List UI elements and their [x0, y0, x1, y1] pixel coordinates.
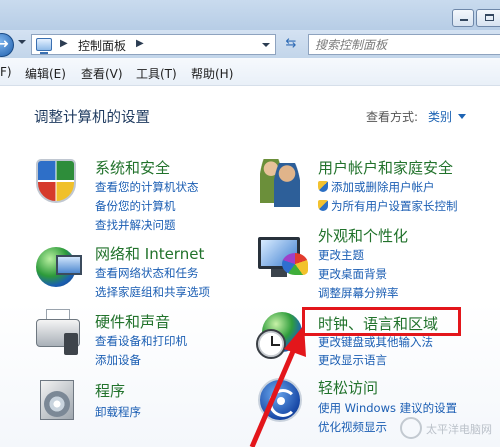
recent-pages-dropdown-icon[interactable]	[18, 40, 26, 44]
link-add-device[interactable]: 添加设备	[95, 352, 141, 368]
ease-of-access-icon[interactable]	[258, 378, 302, 422]
link-recommended-settings[interactable]: 使用 Windows 建议的设置	[318, 400, 457, 416]
link-add-remove-accounts-label: 添加或删除用户帐户	[331, 180, 435, 194]
view-by-label: 查看方式:	[366, 110, 419, 124]
network-monitor-icon	[56, 255, 82, 275]
forward-arrow-icon: ➜	[0, 37, 9, 52]
menu-tools[interactable]: 工具(T)	[136, 65, 177, 82]
link-parental-controls[interactable]: 为所有用户设置家长控制	[318, 198, 458, 214]
minimize-button[interactable]	[452, 9, 474, 27]
refresh-icon: ⇆	[285, 36, 297, 51]
link-change-theme[interactable]: 更改主题	[318, 247, 364, 263]
appearance-palette-icon	[282, 253, 308, 275]
link-add-remove-accounts[interactable]: 添加或删除用户帐户	[318, 179, 435, 195]
window-title-bar	[0, 0, 500, 30]
breadcrumb-root-arrow-icon[interactable]: ▶	[60, 38, 68, 49]
maximize-icon	[485, 14, 494, 21]
category-user-accounts[interactable]: 用户帐户和家庭安全	[318, 157, 453, 178]
link-homegroup-sharing[interactable]: 选择家庭组和共享选项	[95, 284, 210, 300]
maximize-button[interactable]	[476, 9, 500, 27]
breadcrumb-child-arrow-icon[interactable]: ▶	[136, 38, 144, 49]
link-change-input-method[interactable]: 更改键盘或其他输入法	[318, 334, 433, 350]
search-input[interactable]	[309, 35, 489, 54]
system-security-shield-icon[interactable]	[36, 159, 76, 203]
link-troubleshoot[interactable]: 查找并解决问题	[95, 217, 176, 233]
watermark: 太平洋电脑网	[400, 417, 496, 443]
clock-icon	[256, 329, 286, 359]
watermark-text: 太平洋电脑网	[426, 423, 492, 436]
link-optimize-visual-display[interactable]: 优化视频显示	[318, 419, 387, 435]
link-screen-resolution[interactable]: 调整屏幕分辨率	[318, 285, 399, 301]
watermark-logo-icon	[400, 417, 422, 439]
category-programs[interactable]: 程序	[95, 380, 125, 401]
hardware-speaker-icon	[64, 333, 78, 355]
link-change-display-language[interactable]: 更改显示语言	[318, 352, 387, 368]
menu-view[interactable]: 查看(V)	[81, 65, 123, 82]
uac-shield-icon	[318, 181, 328, 192]
view-by-dropdown[interactable]: 类别	[428, 108, 452, 125]
search-box[interactable]	[308, 34, 500, 55]
link-network-status[interactable]: 查看网络状态和任务	[95, 265, 199, 281]
category-system-security[interactable]: 系统和安全	[95, 157, 170, 178]
uac-shield-icon	[318, 200, 328, 211]
category-hardware-sound[interactable]: 硬件和声音	[95, 311, 170, 332]
address-bar[interactable]: ▶ 控制面板 ▶	[31, 34, 276, 55]
link-parental-controls-label: 为所有用户设置家长控制	[331, 199, 458, 213]
link-uninstall-program[interactable]: 卸载程序	[95, 404, 141, 420]
control-panel-icon	[36, 38, 52, 54]
category-clock-language-region[interactable]: 时钟、语言和区域	[318, 313, 438, 334]
link-devices-printers[interactable]: 查看设备和打印机	[95, 333, 187, 349]
user-accounts-second-person-icon	[274, 163, 300, 207]
minimize-icon	[460, 19, 468, 21]
page-title: 调整计算机的设置	[34, 110, 150, 126]
category-network-internet[interactable]: 网络和 Internet	[95, 243, 204, 264]
forward-button[interactable]: ➜	[0, 33, 14, 57]
control-panel-content: 调整计算机的设置 查看方式: 类别 系统和安全 查看您的计算机状态 备份您的计算…	[0, 87, 500, 447]
category-appearance[interactable]: 外观和个性化	[318, 225, 408, 246]
menu-bar: F) 编辑(E) 查看(V) 工具(T) 帮助(H)	[0, 58, 500, 86]
view-by-chevron-down-icon[interactable]	[458, 114, 466, 119]
menu-file[interactable]: F)	[0, 65, 12, 79]
address-toolbar: ➜ ▶ 控制面板 ▶ ⇆	[0, 30, 500, 58]
address-history-dropdown-icon[interactable]	[262, 43, 270, 47]
link-desktop-background[interactable]: 更改桌面背景	[318, 266, 387, 282]
refresh-button[interactable]: ⇆	[280, 34, 302, 55]
menu-help[interactable]: 帮助(H)	[191, 65, 233, 82]
menu-edit[interactable]: 编辑(E)	[25, 65, 66, 82]
breadcrumb-control-panel[interactable]: 控制面板	[78, 37, 126, 54]
category-ease-of-access[interactable]: 轻松访问	[318, 377, 378, 398]
link-backup-computer[interactable]: 备份您的计算机	[95, 198, 176, 214]
programs-disc-icon	[44, 391, 70, 417]
link-view-computer-status[interactable]: 查看您的计算机状态	[95, 179, 199, 195]
